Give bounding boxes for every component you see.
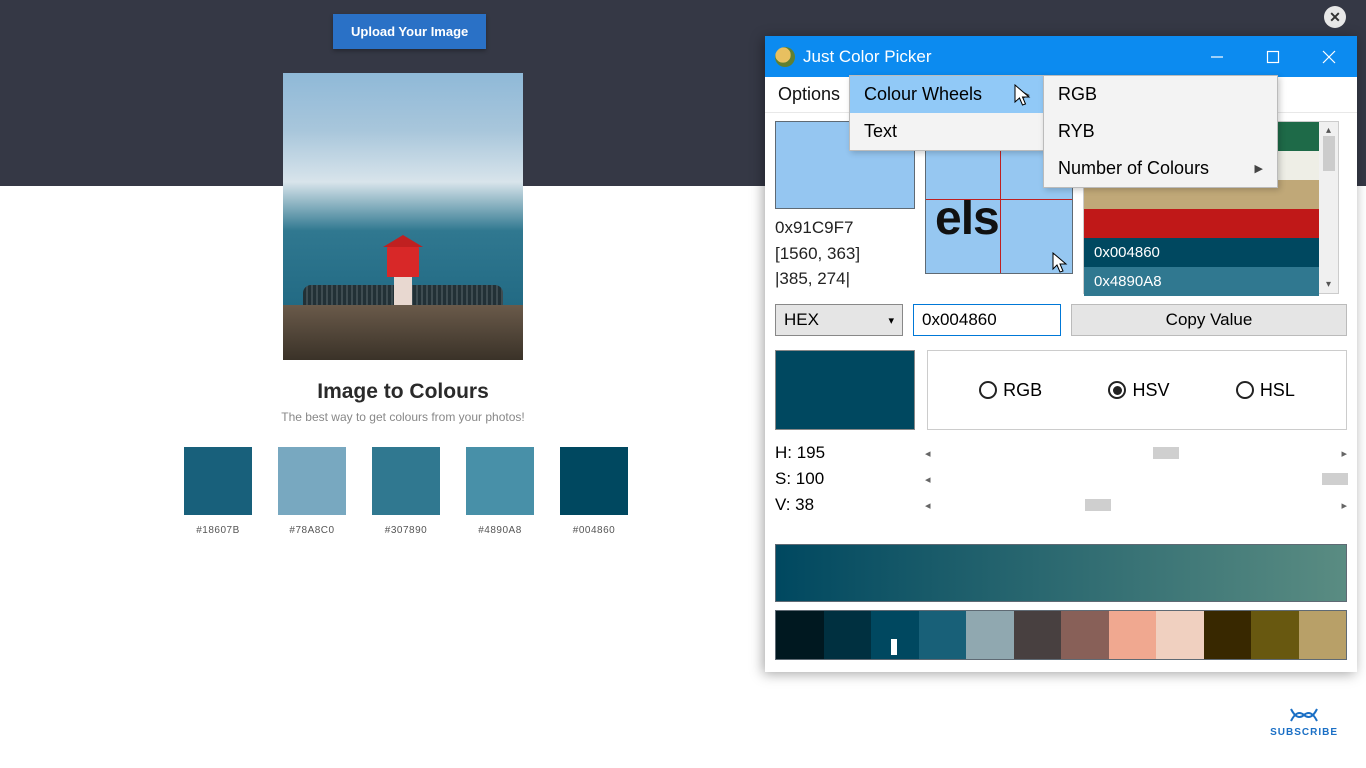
uploaded-photo xyxy=(283,73,523,360)
history-scrollbar[interactable]: ▴ ▾ xyxy=(1319,122,1338,293)
radio-rgb[interactable]: RGB xyxy=(979,380,1042,401)
palette-cell[interactable] xyxy=(1014,611,1062,659)
hsv-label: H: 195 xyxy=(775,443,829,463)
palette-cell[interactable] xyxy=(824,611,872,659)
palette-cell[interactable] xyxy=(776,611,824,659)
palette-cell[interactable] xyxy=(1251,611,1299,659)
maximize-button[interactable] xyxy=(1245,36,1301,77)
swatch-0[interactable] xyxy=(184,447,252,515)
hsv-slider-1[interactable]: ◂ ▸ xyxy=(925,473,1347,486)
page-title: Image to Colours xyxy=(283,380,523,404)
hex-input[interactable] xyxy=(913,304,1061,336)
format-value: HEX xyxy=(784,310,819,330)
swatch-label: #4890A8 xyxy=(466,525,534,536)
palette-swatches: #18607B #78A8C0 #307890 #4890A8 #004860 xyxy=(184,447,628,536)
preview-hex: 0x91C9F7 xyxy=(775,215,915,241)
palette-cell[interactable] xyxy=(966,611,1014,659)
hsv-label: S: 100 xyxy=(775,469,829,489)
swatch-label: #004860 xyxy=(560,525,628,536)
dropdown-item-text[interactable]: Text xyxy=(850,113,1044,150)
hsv-label: V: 38 xyxy=(775,495,829,515)
mouse-cursor-icon xyxy=(1014,84,1032,113)
copy-value-button[interactable]: Copy Value xyxy=(1071,304,1347,336)
scroll-down-icon[interactable]: ▾ xyxy=(1326,279,1331,290)
subscribe-label: SUBSCRIBE xyxy=(1270,727,1338,738)
hsv-slider-0[interactable]: ◂ ▸ xyxy=(925,447,1347,460)
hsv-slider-2[interactable]: ◂ ▸ xyxy=(925,499,1347,512)
radio-hsl[interactable]: HSL xyxy=(1236,380,1295,401)
swatch-2[interactable] xyxy=(372,447,440,515)
slider-left-icon[interactable]: ◂ xyxy=(925,499,931,512)
dropdown-item-number-of-colours[interactable]: Number of Colours▶ xyxy=(1044,150,1277,187)
cursor-icon xyxy=(1052,252,1068,274)
preview-coords2: |385, 274| xyxy=(775,266,915,292)
scroll-thumb[interactable] xyxy=(1323,136,1335,171)
page-subtitle: The best way to get colours from your ph… xyxy=(240,410,566,424)
chevron-down-icon: ▾ xyxy=(888,314,894,327)
swatch-label: #78A8C0 xyxy=(278,525,346,536)
swatch-4[interactable] xyxy=(560,447,628,515)
palette-bar[interactable] xyxy=(775,610,1347,660)
slider-right-icon[interactable]: ▸ xyxy=(1341,499,1347,512)
gradient-bar[interactable] xyxy=(775,544,1347,602)
dropdown-item-ryb[interactable]: RYB xyxy=(1044,113,1277,150)
format-select[interactable]: HEX ▾ xyxy=(775,304,903,336)
jcp-titlebar[interactable]: Just Color Picker xyxy=(765,36,1357,77)
history-item[interactable]: 0x004860 xyxy=(1084,238,1319,267)
palette-cell[interactable] xyxy=(1109,611,1157,659)
palette-cell[interactable] xyxy=(1156,611,1204,659)
slider-right-icon[interactable]: ▸ xyxy=(1341,447,1347,460)
subscribe-badge[interactable]: SUBSCRIBE xyxy=(1270,705,1338,738)
menu-options[interactable]: Options xyxy=(765,77,853,112)
palette-cell[interactable] xyxy=(1299,611,1347,659)
swatch-label: #18607B xyxy=(184,525,252,536)
radio-hsv[interactable]: HSV xyxy=(1108,380,1169,401)
swatch-1[interactable] xyxy=(278,447,346,515)
chevron-right-icon: ▶ xyxy=(1255,162,1263,175)
palette-marker xyxy=(891,639,897,655)
minimize-button[interactable] xyxy=(1189,36,1245,77)
swatch-label: #307890 xyxy=(372,525,440,536)
color-mode-radios: RGB HSV HSL xyxy=(927,350,1347,430)
history-item[interactable] xyxy=(1084,209,1319,238)
jcp-title: Just Color Picker xyxy=(803,47,931,67)
palette-cell[interactable] xyxy=(919,611,967,659)
history-item[interactable]: 0x4890A8 xyxy=(1084,267,1319,296)
colour-wheels-submenu: RGBRYBNumber of Colours▶ xyxy=(1043,75,1278,188)
subscribe-icon xyxy=(1287,705,1321,725)
palette-cell[interactable] xyxy=(1061,611,1109,659)
close-icon[interactable]: ✕ xyxy=(1324,6,1346,28)
swatch-3[interactable] xyxy=(466,447,534,515)
dropdown-item-rgb[interactable]: RGB xyxy=(1044,76,1277,113)
jcp-logo-icon xyxy=(775,47,795,67)
palette-cell[interactable] xyxy=(1204,611,1252,659)
slider-left-icon[interactable]: ◂ xyxy=(925,447,931,460)
preview-info: 0x91C9F7 [1560, 363] |385, 274| xyxy=(775,215,915,292)
scroll-up-icon[interactable]: ▴ xyxy=(1326,125,1331,136)
slider-left-icon[interactable]: ◂ xyxy=(925,473,931,486)
close-button[interactable] xyxy=(1301,36,1357,77)
selected-color-swatch xyxy=(775,350,915,430)
upload-image-button[interactable]: Upload Your Image xyxy=(333,14,486,49)
preview-coords1: [1560, 363] xyxy=(775,241,915,267)
